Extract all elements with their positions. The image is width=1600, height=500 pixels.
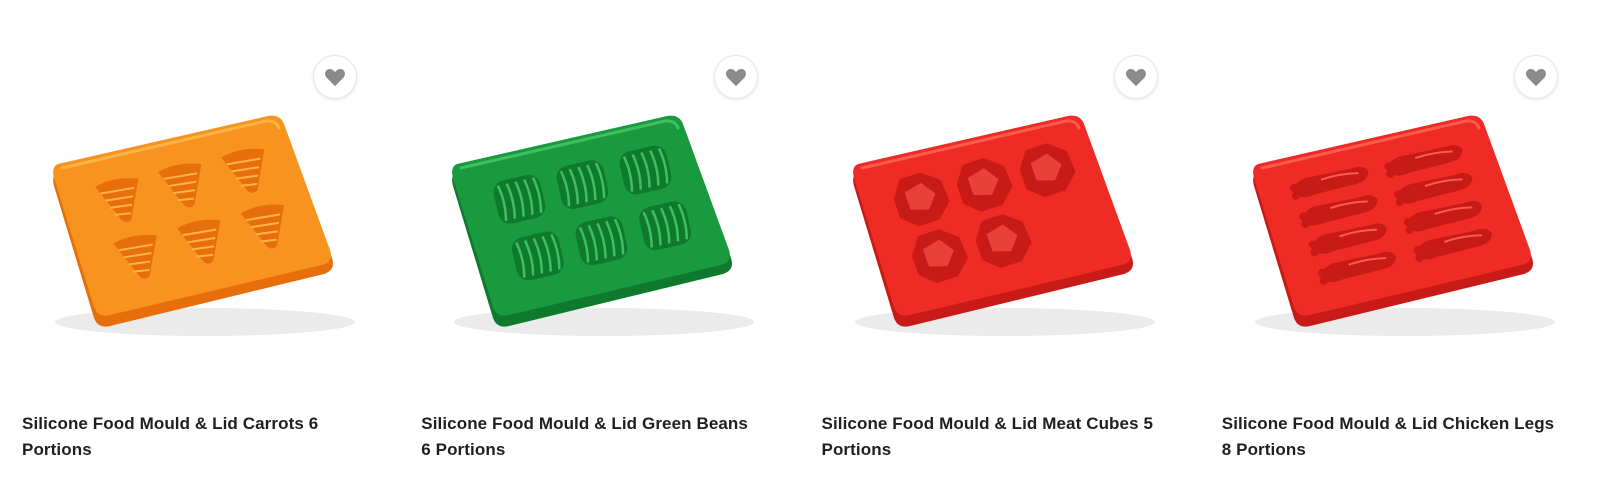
- product-card[interactable]: Silicone Food Mould & Lid Chicken Legs 8…: [1200, 0, 1600, 500]
- product-title[interactable]: Silicone Food Mould & Lid Green Beans 6 …: [421, 411, 761, 463]
- product-grid: Silicone Food Mould & Lid Carrots 6 Port…: [0, 0, 1600, 500]
- wishlist-button[interactable]: [713, 55, 758, 99]
- heart-icon: [1526, 68, 1546, 87]
- wishlist-button[interactable]: [1113, 55, 1158, 99]
- meat-cubes-mould-image: [852, 115, 1155, 336]
- product-card[interactable]: Silicone Food Mould & Lid Green Beans 6 …: [399, 0, 799, 500]
- heart-icon: [1125, 68, 1146, 87]
- wishlist-button[interactable]: [1514, 55, 1558, 99]
- product-card[interactable]: Silicone Food Mould & Lid Meat Cubes 5 P…: [800, 0, 1200, 500]
- chicken-legs-mould-image: [1252, 115, 1555, 336]
- heart-icon: [725, 68, 746, 87]
- product-title[interactable]: Silicone Food Mould & Lid Carrots 6 Port…: [22, 411, 362, 463]
- wishlist-button[interactable]: [313, 55, 358, 99]
- product-image[interactable]: [439, 100, 759, 360]
- product-image[interactable]: [1240, 100, 1560, 360]
- green-beans-mould-image: [452, 115, 755, 336]
- product-card[interactable]: Silicone Food Mould & Lid Carrots 6 Port…: [0, 0, 399, 500]
- product-title[interactable]: Silicone Food Mould & Lid Chicken Legs 8…: [1222, 411, 1562, 463]
- product-image[interactable]: [840, 100, 1160, 360]
- product-image[interactable]: [40, 100, 360, 360]
- carrots-mould-image: [53, 115, 355, 336]
- product-title[interactable]: Silicone Food Mould & Lid Meat Cubes 5 P…: [822, 411, 1162, 463]
- heart-icon: [325, 68, 346, 87]
